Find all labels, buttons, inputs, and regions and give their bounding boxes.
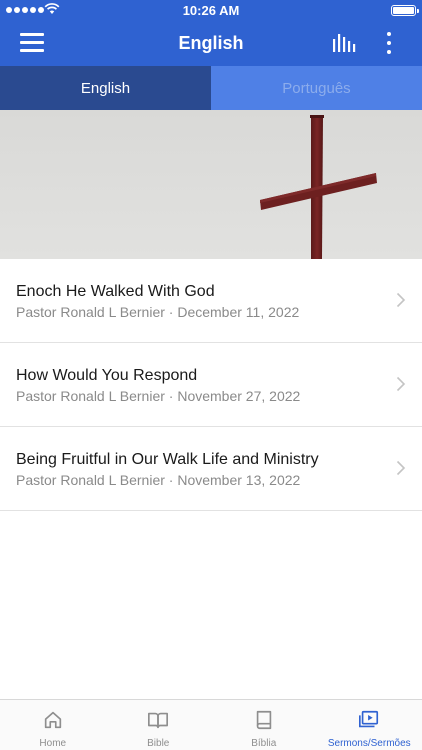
list-item[interactable]: Enoch He Walked With God Pastor Ronald L…: [0, 259, 422, 343]
tab-sermons[interactable]: Sermons/Sermões: [317, 700, 422, 750]
tab-label: Bíblia: [251, 738, 277, 749]
list-item[interactable]: Being Fruitful in Our Walk Life and Mini…: [0, 427, 422, 511]
chevron-right-icon: [396, 460, 406, 476]
tab-bible[interactable]: Bible: [106, 700, 212, 750]
bottom-tab-bar: Home Bible Bíblia Sermons/Sermões: [0, 699, 422, 750]
book-closed-icon: [256, 710, 271, 730]
book-open-icon: [148, 712, 169, 729]
hamburger-menu-icon[interactable]: [20, 33, 44, 53]
tab-english[interactable]: English: [0, 66, 211, 110]
navigation-bar: English: [0, 20, 422, 66]
sermon-list: Enoch He Walked With God Pastor Ronald L…: [0, 259, 422, 511]
tab-label: Home: [39, 738, 67, 749]
more-options-icon[interactable]: [380, 31, 398, 55]
tab-label: Sermons/Sermões: [327, 738, 411, 749]
page-title: English: [178, 33, 244, 53]
home-icon: [44, 711, 61, 729]
tab-biblia[interactable]: Bíblia: [211, 700, 317, 750]
sermon-subtitle: Pastor Ronald L Bernier · November 13, 2…: [16, 472, 301, 488]
tab-portugues[interactable]: Português: [211, 66, 422, 110]
status-bar: 10:26 AM: [0, 0, 422, 20]
chevron-right-icon: [396, 376, 406, 392]
status-time: 10:26 AM: [182, 3, 240, 18]
sermon-subtitle: Pastor Ronald L Bernier · November 27, 2…: [16, 388, 301, 404]
tab-home[interactable]: Home: [0, 700, 106, 750]
hero-image: [0, 110, 422, 259]
sermon-title: Being Fruitful in Our Walk Life and Mini…: [16, 451, 319, 468]
battery-icon: [391, 5, 419, 16]
sermon-title: Enoch He Walked With God: [16, 283, 215, 300]
video-playlist-icon: [359, 710, 379, 728]
tab-label: Bible: [147, 738, 170, 749]
audio-bars-icon[interactable]: [332, 33, 356, 53]
list-item[interactable]: How Would You Respond Pastor Ronald L Be…: [0, 343, 422, 427]
sermon-subtitle: Pastor Ronald L Bernier · December 11, 2…: [16, 304, 300, 320]
cross-icon: [260, 115, 377, 259]
language-tabs: English Português: [0, 66, 422, 110]
chevron-right-icon: [396, 292, 406, 308]
sermon-title: How Would You Respond: [16, 367, 198, 384]
